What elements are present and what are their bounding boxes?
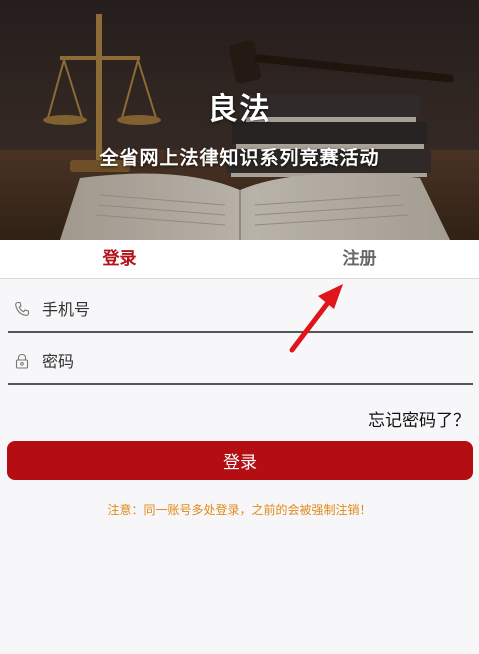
forgot-password-link[interactable]: 忘记密码了？ [368, 406, 470, 431]
lock-icon [15, 353, 29, 369]
password-field [8, 339, 473, 385]
phone-field [8, 287, 473, 333]
login-notice: 注意：同一账号多处登录，之前的会被强制注销！ [107, 503, 372, 517]
login-button[interactable]: 登录 [7, 441, 473, 480]
tab-login[interactable]: 登录 [0, 240, 239, 278]
banner-title: 良法 [207, 92, 272, 127]
auth-tabs: 登录 注册 [0, 240, 479, 279]
tab-register[interactable]: 注册 [240, 240, 479, 278]
phone-input[interactable] [42, 293, 462, 325]
password-input[interactable] [42, 345, 462, 377]
banner-subtitle: 全省网上法律知识系列竞赛活动 [99, 147, 380, 169]
banner: 良法 全省网上法律知识系列竞赛活动 [0, 0, 479, 240]
phone-icon [15, 301, 30, 316]
